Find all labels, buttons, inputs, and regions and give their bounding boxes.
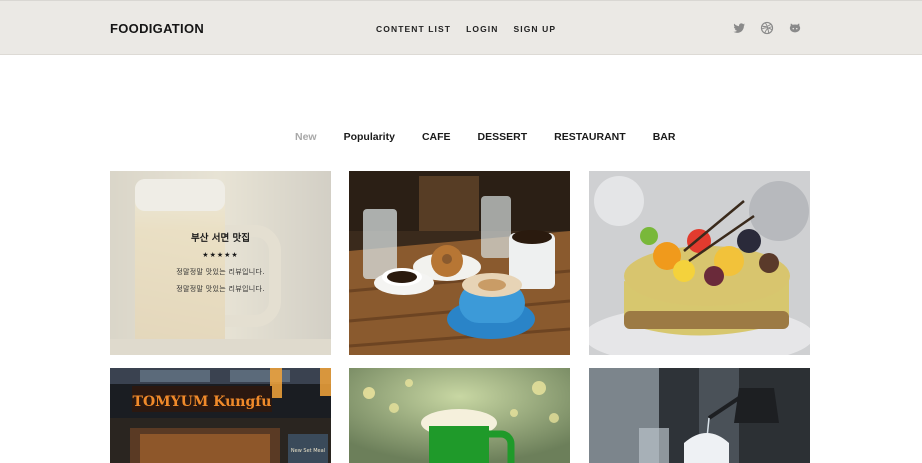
pour-over-image xyxy=(589,368,810,463)
storefront-sign-text: TOMYUM Kungfu xyxy=(133,394,272,410)
restaurant-card[interactable]: TOMYUM Kungfu New Set Meal xyxy=(110,368,331,463)
cake-image xyxy=(589,171,810,355)
filter-popularity-tab[interactable]: Popularity xyxy=(344,131,395,143)
top-header: FOODIGATION CONTENT LIST LOGIN SIGN UP xyxy=(0,0,922,55)
main-nav: CONTENT LIST LOGIN SIGN UP xyxy=(376,24,556,34)
filter-bar-tab[interactable]: BAR xyxy=(653,131,676,143)
card-hover-overlay xyxy=(110,171,331,355)
card-rating-stars: ★★★★★ xyxy=(202,251,239,259)
nav-login-link[interactable]: LOGIN xyxy=(466,24,498,34)
filter-dessert-tab[interactable]: DESSERT xyxy=(478,131,528,143)
github-icon[interactable] xyxy=(788,21,802,35)
green-beer-image xyxy=(349,368,570,463)
nav-content-list-link[interactable]: CONTENT LIST xyxy=(376,24,451,34)
social-links xyxy=(732,21,802,35)
twitter-icon[interactable] xyxy=(732,21,746,35)
card-description-line-1: 정말정말 맛있는 리뷰입니다. xyxy=(176,268,265,276)
nav-sign-up-link[interactable]: SIGN UP xyxy=(513,24,556,34)
cake-card[interactable] xyxy=(589,171,810,355)
site-logo[interactable]: FOODIGATION xyxy=(110,21,204,36)
card-title: 부산 서면 맛집 xyxy=(190,233,251,244)
beer-card[interactable]: 부산 서면 맛집 ★★★★★ 정말정말 맛있는 리뷰입니다. 정말정말 맛있는 … xyxy=(110,171,331,355)
pour-over-card[interactable] xyxy=(589,368,810,463)
filter-new-tab[interactable]: New xyxy=(295,131,317,143)
filter-cafe-tab[interactable]: CAFE xyxy=(422,131,451,143)
card-description-line-2: 정말정말 맛있는 리뷰입니다. xyxy=(176,285,265,293)
filter-restaurant-tab[interactable]: RESTAURANT xyxy=(554,131,626,143)
green-beer-card[interactable] xyxy=(349,368,570,463)
coffee-image xyxy=(349,171,570,355)
menu-board-text: New Set Meal xyxy=(291,448,325,454)
category-filter-tabs: New Popularity CAFE DESSERT RESTAURANT B… xyxy=(295,131,675,143)
restaurant-image: TOMYUM Kungfu New Set Meal xyxy=(110,368,331,463)
coffee-card[interactable] xyxy=(349,171,570,355)
dribbble-icon[interactable] xyxy=(760,21,774,35)
